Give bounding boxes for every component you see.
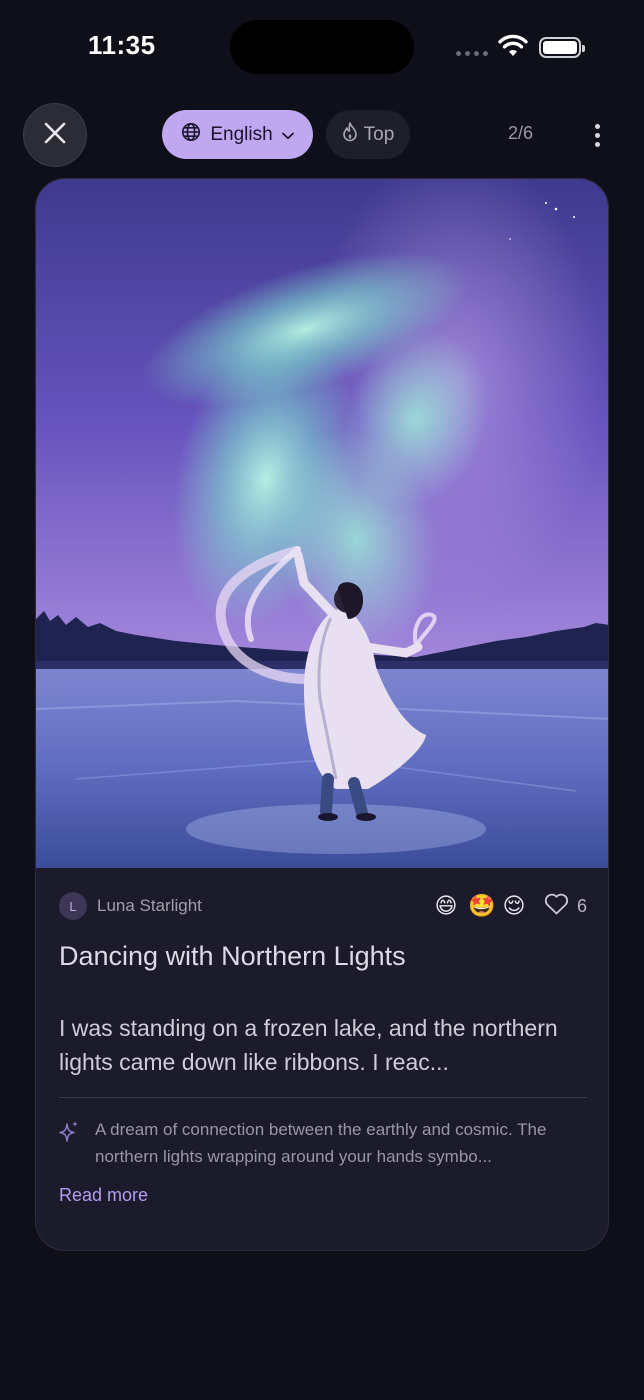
language-selector[interactable]: English	[162, 110, 313, 159]
heart-icon	[544, 893, 569, 920]
reaction-emoji[interactable]: 🤩	[468, 891, 495, 921]
reaction-emoji[interactable]: 😄	[434, 891, 458, 921]
post-excerpt: I was standing on a frozen lake, and the…	[59, 1015, 558, 1075]
like-count: 6	[576, 895, 587, 916]
reactions: 😄 🤩 😌 6	[434, 891, 587, 921]
divider	[59, 1097, 587, 1098]
globe-icon	[181, 122, 201, 148]
post-title: Dancing with Northern Lights	[59, 941, 406, 971]
status-bar: 11:35	[0, 0, 644, 95]
battery-icon	[539, 37, 585, 58]
post-meta-row: L Luna Starlight 😄 🤩 😌 6	[59, 891, 587, 921]
aurora-dancer-image	[36, 179, 608, 868]
dream-interpretation: A dream of connection between the earthl…	[95, 1120, 547, 1166]
sparkle-icon	[58, 1120, 80, 1149]
cellular-signal-icon	[456, 51, 488, 56]
dream-card[interactable]: L Luna Starlight 😄 🤩 😌 6 Dancing with No…	[35, 178, 609, 1251]
close-button[interactable]	[23, 103, 87, 167]
flame-icon	[342, 121, 358, 148]
like-button[interactable]: 6	[544, 893, 587, 920]
top-filter-label: Top	[363, 123, 395, 145]
language-label: English	[210, 123, 273, 145]
chevron-down-icon	[281, 124, 294, 146]
more-options-button[interactable]	[586, 120, 608, 150]
wifi-icon	[498, 34, 528, 63]
author-name[interactable]: Luna Starlight	[97, 896, 202, 916]
page-indicator: 2/6	[508, 123, 534, 143]
top-filter-button[interactable]: Top	[326, 110, 410, 159]
reaction-emoji[interactable]: 😌	[502, 891, 526, 921]
avatar[interactable]: L	[59, 892, 87, 920]
status-time: 11:35	[88, 30, 156, 60]
dynamic-island	[230, 20, 414, 74]
close-icon	[43, 121, 67, 150]
read-more-link[interactable]: Read more	[59, 1185, 148, 1206]
